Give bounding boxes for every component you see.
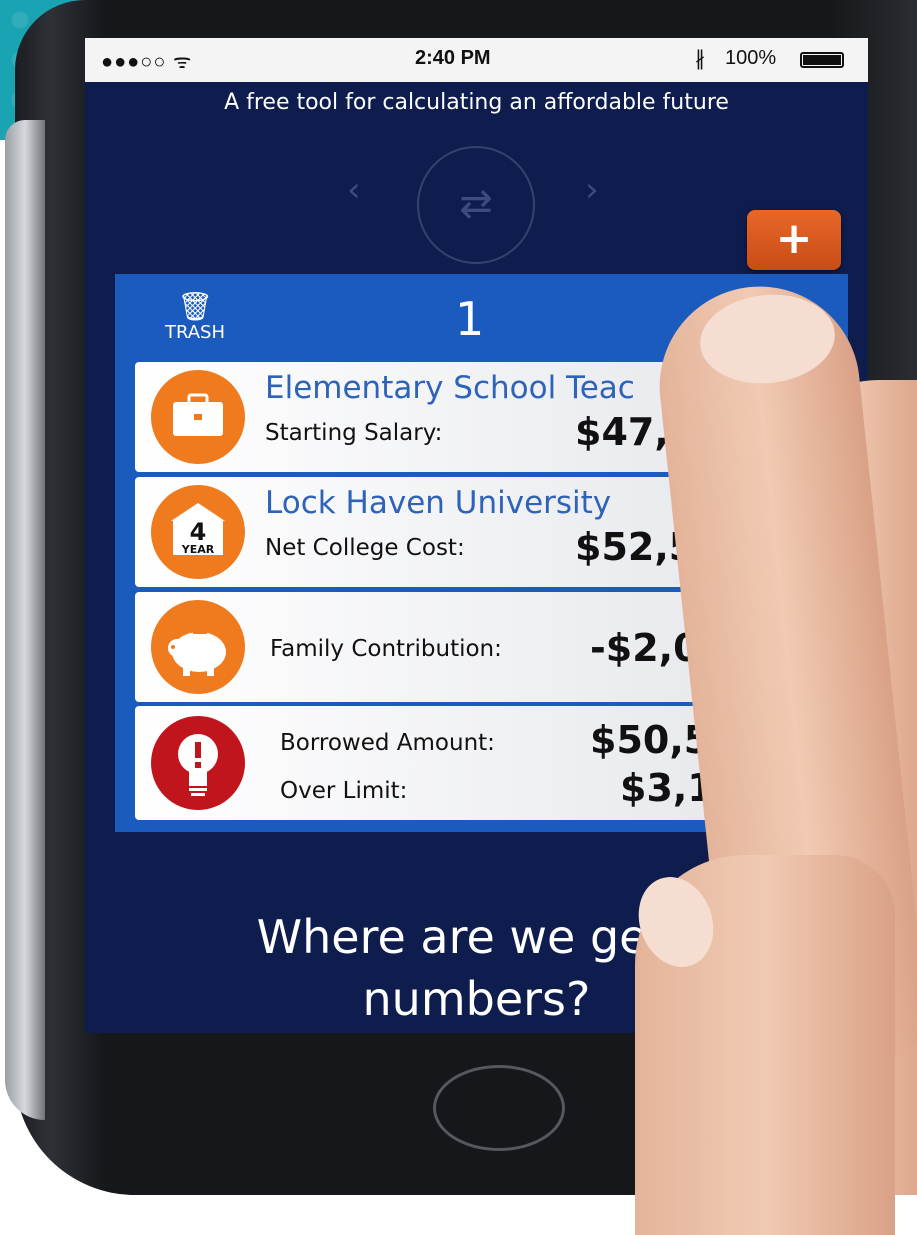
- scenario-number: 1: [455, 292, 485, 346]
- lightbulb-alert-icon: [151, 716, 245, 810]
- plus-icon: +: [775, 213, 813, 264]
- chevron-right-icon[interactable]: ›: [585, 170, 599, 210]
- trash-label: TRASH: [164, 322, 226, 343]
- battery-percent: 100%: [725, 47, 777, 69]
- bluetooth-icon: ∦: [695, 48, 705, 70]
- piggy-bank-icon: [151, 600, 245, 694]
- college-title: Lock Haven University: [265, 485, 612, 521]
- chevron-left-icon[interactable]: ‹: [347, 170, 361, 210]
- icon-year-text: YEAR: [181, 543, 215, 556]
- signal-indicator: ●●●○○ ᯤ: [101, 51, 193, 73]
- over-limit-label: Over Limit:: [280, 778, 408, 804]
- trash-icon: 🗑: [177, 290, 213, 323]
- swap-arrows-icon[interactable]: ⇄: [417, 146, 535, 264]
- icon-number-text: 4: [190, 518, 207, 546]
- 4-year-university-icon: 4 YEAR: [151, 485, 245, 579]
- family-contribution-label: Family Contribution:: [270, 636, 502, 662]
- status-bar: ●●●○○ ᯤ 2:40 PM ∦ 100%: [85, 38, 868, 82]
- borrowed-amount-label: Borrowed Amount:: [280, 730, 495, 756]
- status-time: 2:40 PM: [415, 47, 491, 69]
- battery-icon: [800, 52, 844, 68]
- add-scenario-button[interactable]: +: [747, 210, 841, 270]
- net-college-cost-label: Net College Cost:: [265, 535, 465, 561]
- tagline: A free tool for calculating an affordabl…: [224, 90, 729, 115]
- home-button[interactable]: [433, 1065, 565, 1151]
- career-title: Elementary School Teac: [265, 370, 635, 406]
- starting-salary-label: Starting Salary:: [265, 420, 443, 446]
- phone-rim: [5, 120, 45, 1120]
- trash-button[interactable]: 🗑 TRASH: [155, 290, 235, 344]
- briefcase-icon: [151, 370, 245, 464]
